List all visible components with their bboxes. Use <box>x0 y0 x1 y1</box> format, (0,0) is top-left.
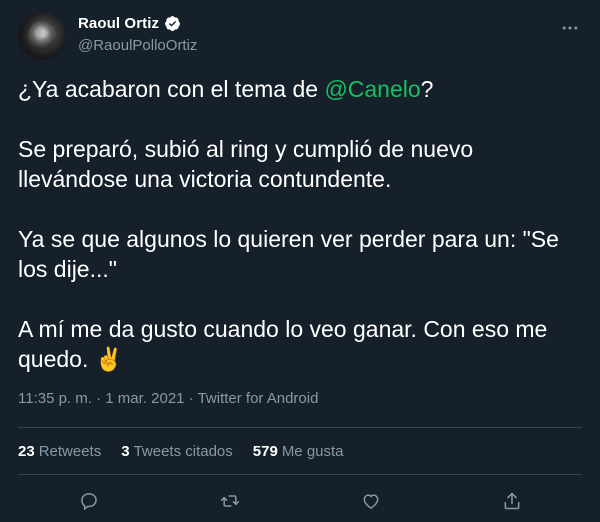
quotes-count: 3 <box>121 443 130 460</box>
tweet-paragraph-2: Se preparó, subió al ring y cumplió de n… <box>18 136 474 192</box>
mention-link[interactable]: @Canelo <box>324 76 420 102</box>
tweet-text-segment: ¿Ya acabaron con el tema de <box>18 76 325 102</box>
heart-icon[interactable] <box>357 487 385 515</box>
tweet-stats: 23 Retweets 3 Tweets citados 579 Me gusta <box>18 443 344 460</box>
likes-stat[interactable]: 579 Me gusta <box>253 443 344 460</box>
meta-separator: · <box>91 390 106 407</box>
meta-separator: · <box>184 390 198 407</box>
retweet-icon[interactable] <box>216 487 244 515</box>
tweet-source[interactable]: Twitter for Android <box>198 390 319 407</box>
likes-label: Me gusta <box>281 443 344 460</box>
tweet-metadata: 11:35 p. m. · 1 mar. 2021 · Twitter for … <box>18 390 318 407</box>
more-icon[interactable] <box>558 16 582 40</box>
divider <box>18 427 582 428</box>
avatar[interactable] <box>18 12 66 60</box>
tweet-actions <box>18 487 582 515</box>
tweet-paragraph-1: ¿Ya acabaron con el tema de @Canelo? <box>18 74 578 104</box>
tweet-text-segment: ? <box>420 76 434 102</box>
author-name-line: Raoul Ortiz <box>78 15 181 32</box>
retweets-label: Retweets <box>38 443 102 460</box>
tweet-paragraph-4: A mí me da gusto cuando lo veo ganar. Co… <box>18 316 548 372</box>
tweet-date[interactable]: 1 mar. 2021 <box>105 390 184 407</box>
share-icon[interactable] <box>498 487 526 515</box>
tweet-paragraph-3: Ya se que algunos lo quieren ver perder … <box>18 226 559 282</box>
quotes-label: Tweets citados <box>133 443 233 460</box>
retweets-count: 23 <box>18 443 35 460</box>
verified-badge-icon <box>164 15 181 32</box>
tweet-text: ¿Ya acabaron con el tema de @Canelo? Se … <box>18 74 578 374</box>
likes-count: 579 <box>252 443 278 460</box>
author-name[interactable]: Raoul Ortiz <box>78 15 159 32</box>
retweets-stat[interactable]: 23 Retweets <box>18 443 101 460</box>
tweet-header: Raoul Ortiz @RaoulPolloOrtiz <box>18 12 582 62</box>
tweet-time[interactable]: 11:35 p. m. <box>18 390 92 407</box>
quotes-stat[interactable]: 3 Tweets citados <box>121 443 233 460</box>
reply-icon[interactable] <box>75 487 103 515</box>
divider <box>18 474 582 475</box>
author-handle[interactable]: @RaoulPolloOrtiz <box>78 37 197 54</box>
